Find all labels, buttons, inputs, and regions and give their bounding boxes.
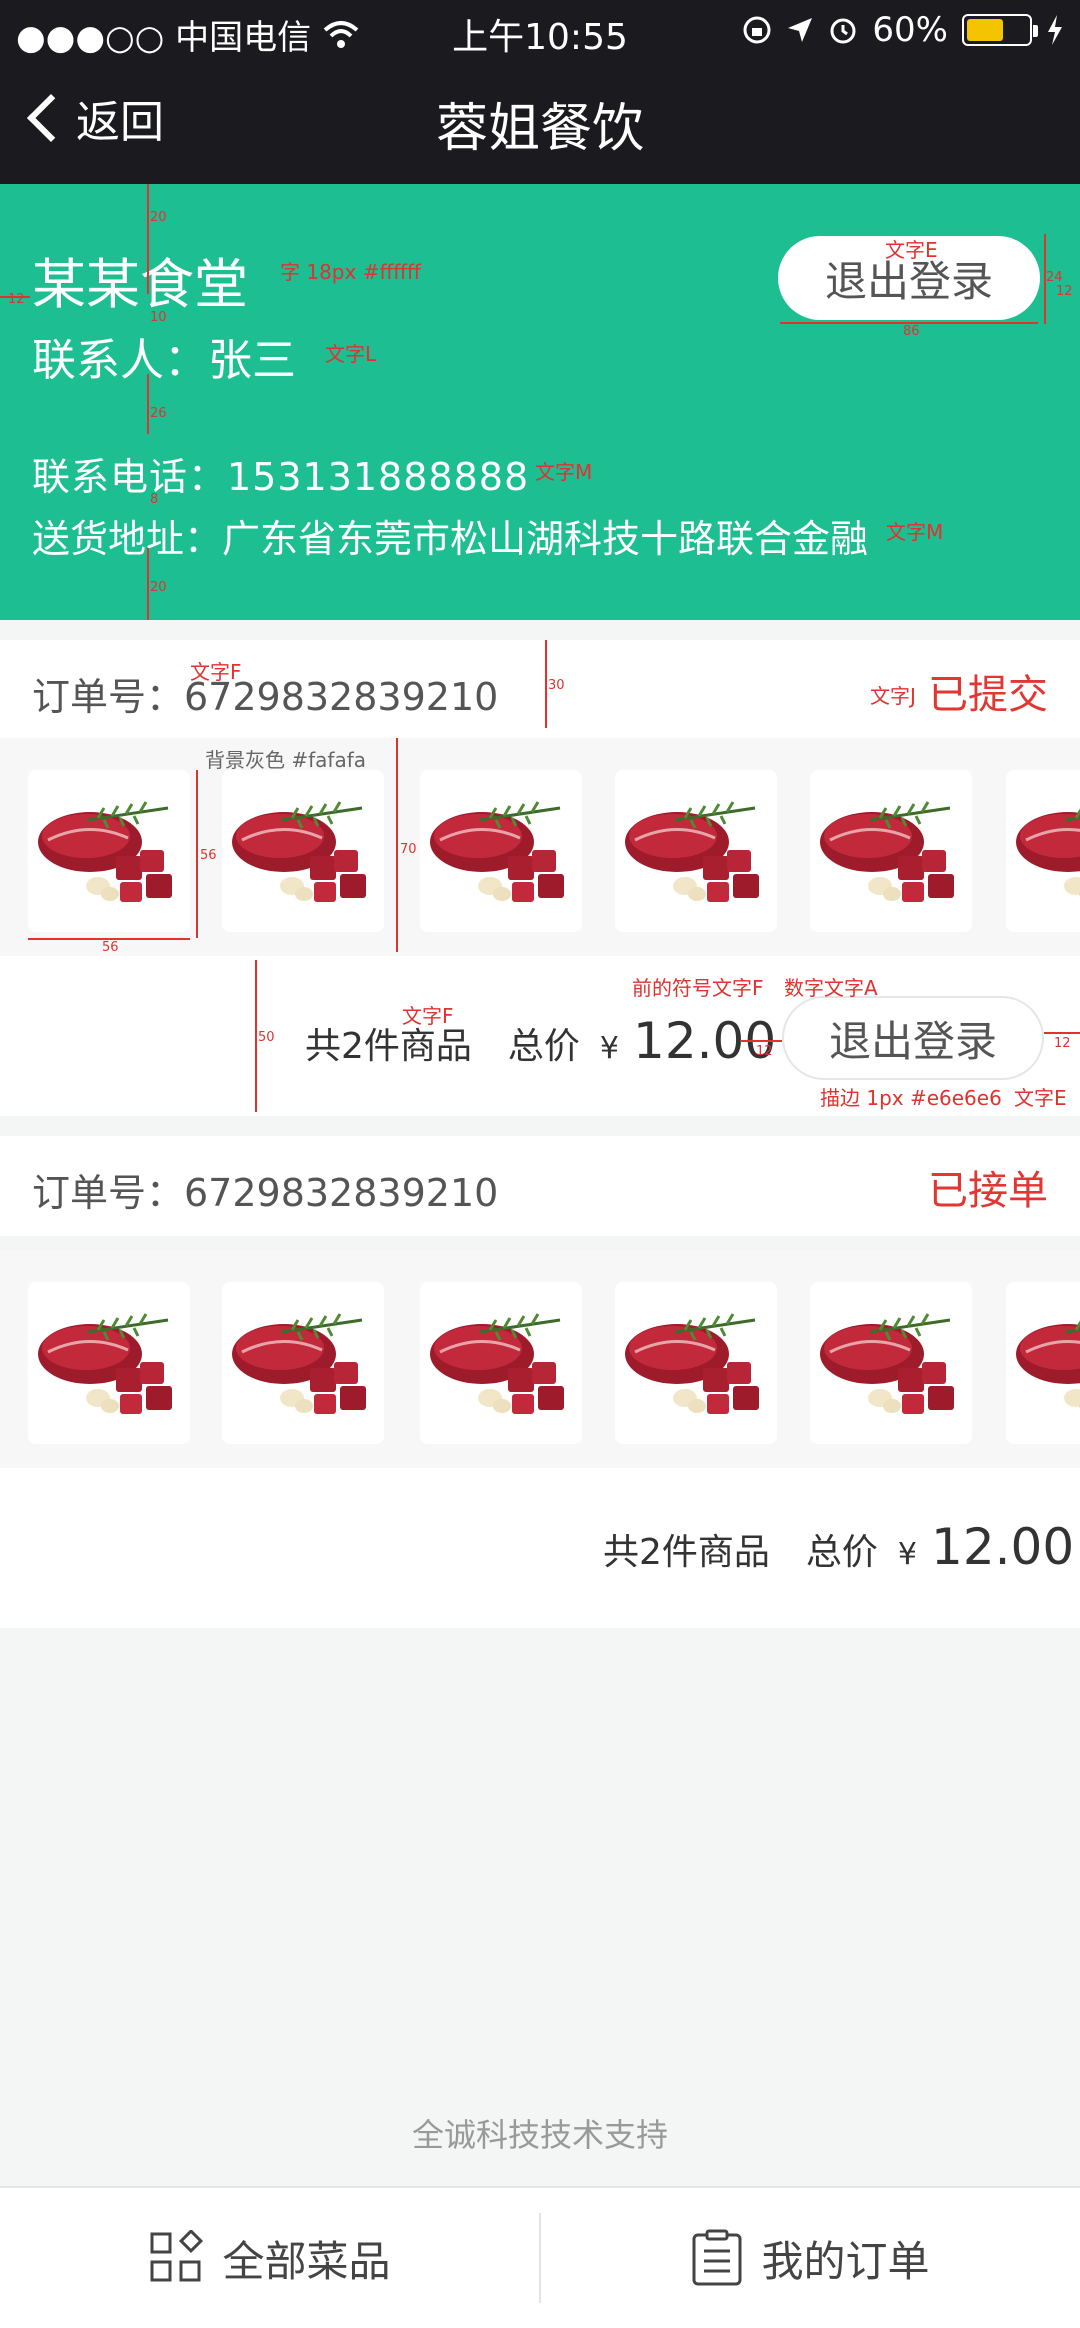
annotation-text-e: 文字E	[885, 238, 938, 262]
measure-label: 8	[150, 492, 159, 507]
order-footer: 共2件商品 总价 ¥ 12.00	[0, 1468, 1080, 1628]
alarm-icon	[830, 18, 856, 44]
measure-label: 20	[150, 210, 167, 225]
tab-label: 全部菜品	[222, 2236, 391, 2286]
charging-icon	[1048, 15, 1062, 45]
total-amount: 12.00	[931, 1518, 1075, 1576]
contact-phone: 联系电话：153131888888	[32, 455, 530, 499]
annotation-text-f2: 文字F	[402, 1004, 454, 1028]
measure-line	[1044, 234, 1046, 324]
battery-icon	[962, 14, 1038, 46]
product-thumbnail[interactable]	[1006, 770, 1080, 932]
measure-label: 30	[548, 678, 565, 693]
annotation-bg: 背景灰色 #fafafa	[205, 748, 367, 772]
measure-label: 50	[258, 1030, 275, 1045]
tech-support-text: 全诚科技技术支持	[411, 2116, 668, 2154]
tab-label: 我的订单	[761, 2236, 930, 2286]
annotation-text-j: 文字J	[870, 684, 916, 708]
annotation-prefix: 前的符号文字F	[632, 976, 764, 1000]
product-thumbnail[interactable]	[420, 770, 582, 932]
product-thumbnail[interactable]	[222, 770, 384, 932]
product-thumbnail[interactable]	[1006, 1282, 1080, 1444]
tab-my-orders[interactable]: 我的订单	[541, 2188, 1080, 2328]
bottom-tab-bar: 全部菜品 我的订单	[0, 2186, 1080, 2328]
currency-symbol: ¥	[897, 1537, 918, 1572]
measure-line	[545, 640, 547, 728]
measure-label: 12	[756, 1044, 773, 1059]
order-status: 已提交	[928, 672, 1048, 718]
measure-label: 12	[8, 292, 25, 307]
battery-text: 60%	[872, 10, 948, 50]
order-list-icon	[692, 2229, 742, 2286]
rotation-lock-icon	[743, 16, 771, 44]
annotation-text-m1: 文字M	[535, 460, 593, 484]
order-status: 已接单	[928, 1168, 1048, 1214]
annotation-text-e2: 文字E	[1014, 1086, 1067, 1110]
measure-label: 86	[903, 324, 920, 339]
measure-line	[396, 738, 398, 952]
annotation-font: 字 18px #ffffff	[280, 260, 421, 284]
product-thumbnail[interactable]	[615, 1282, 777, 1444]
order-total: 共2件商品 总价 ¥ 12.00	[305, 1012, 776, 1070]
product-thumbnails[interactable]	[0, 1250, 1080, 1468]
contact-person: 联系人：张三	[32, 335, 296, 386]
measure-line	[147, 184, 149, 294]
measure-label: 26	[150, 406, 167, 421]
annotation-border: 描边 1px #e6e6e6	[820, 1086, 1002, 1110]
measure-label: 70	[400, 842, 417, 857]
order-header[interactable]: 订单号：6729832839210 已提交 文字F 文字J 30	[0, 640, 1080, 740]
product-thumbnail[interactable]	[28, 1282, 190, 1444]
measure-line	[740, 1040, 782, 1042]
order-total: 共2件商品 总价 ¥ 12.00	[603, 1518, 1074, 1576]
order-header[interactable]: 订单号：6729832839210 已接单	[0, 1136, 1080, 1236]
annotation-text-l: 文字L	[325, 342, 377, 366]
measure-label: 56	[102, 940, 119, 955]
measure-label: 12	[1054, 1036, 1071, 1051]
top-bar: ●●●○○ 中国电信 上午10:55 60% 返回 蓉姐餐饮	[0, 0, 1080, 184]
measure-line	[1044, 1032, 1080, 1034]
store-info-header: 某某食堂 联系人：张三 联系电话：153131888888 送货地址：广东省东莞…	[0, 184, 1080, 620]
annotation-text-f: 文字F	[190, 660, 242, 684]
measure-label: 12	[1056, 284, 1073, 299]
total-label: 总价	[507, 1026, 580, 1067]
delivery-address: 送货地址：广东省东莞市松山湖科技十路联合金融	[32, 517, 869, 561]
order-number: 订单号：6729832839210	[32, 1171, 499, 1215]
annotation-text-m2: 文字M	[886, 520, 944, 544]
product-thumbnail[interactable]	[810, 770, 972, 932]
status-right: 60%	[742, 10, 1064, 50]
tab-all-dishes[interactable]: 全部菜品	[0, 2188, 539, 2328]
product-thumbnail[interactable]	[420, 1282, 582, 1444]
order-footer: 共2件商品 总价 ¥ 12.00 退出登录 文字F 前的符号文字F 数字文字A …	[0, 956, 1080, 1116]
measure-label: 24	[1046, 270, 1063, 285]
page-title: 蓉姐餐饮	[435, 99, 644, 159]
product-thumbnail[interactable]	[810, 1282, 972, 1444]
product-thumbnails[interactable]: 背景灰色 #fafafa 56 70 56	[0, 738, 1080, 956]
total-label: 总价	[805, 1532, 878, 1573]
store-name: 某某食堂	[32, 253, 248, 316]
order-number: 订单号：6729832839210	[32, 675, 499, 719]
measure-label: 20	[150, 580, 167, 595]
currency-symbol: ¥	[599, 1031, 620, 1066]
measure-line	[147, 374, 149, 434]
product-thumbnail[interactable]	[28, 770, 190, 932]
grid-icon	[150, 2230, 204, 2282]
measure-line	[255, 960, 257, 1112]
item-count: 共2件商品	[603, 1532, 770, 1573]
product-thumbnail[interactable]	[222, 1282, 384, 1444]
measure-label: 10	[150, 310, 167, 325]
measure-line	[147, 548, 149, 620]
product-thumbnail[interactable]	[615, 770, 777, 932]
order-action-button[interactable]: 退出登录	[782, 996, 1044, 1080]
location-icon	[788, 18, 813, 42]
battery-level	[967, 19, 1003, 41]
annotation-number: 数字文字A	[784, 976, 878, 1000]
measure-line	[196, 770, 198, 938]
measure-label: 56	[200, 848, 217, 863]
